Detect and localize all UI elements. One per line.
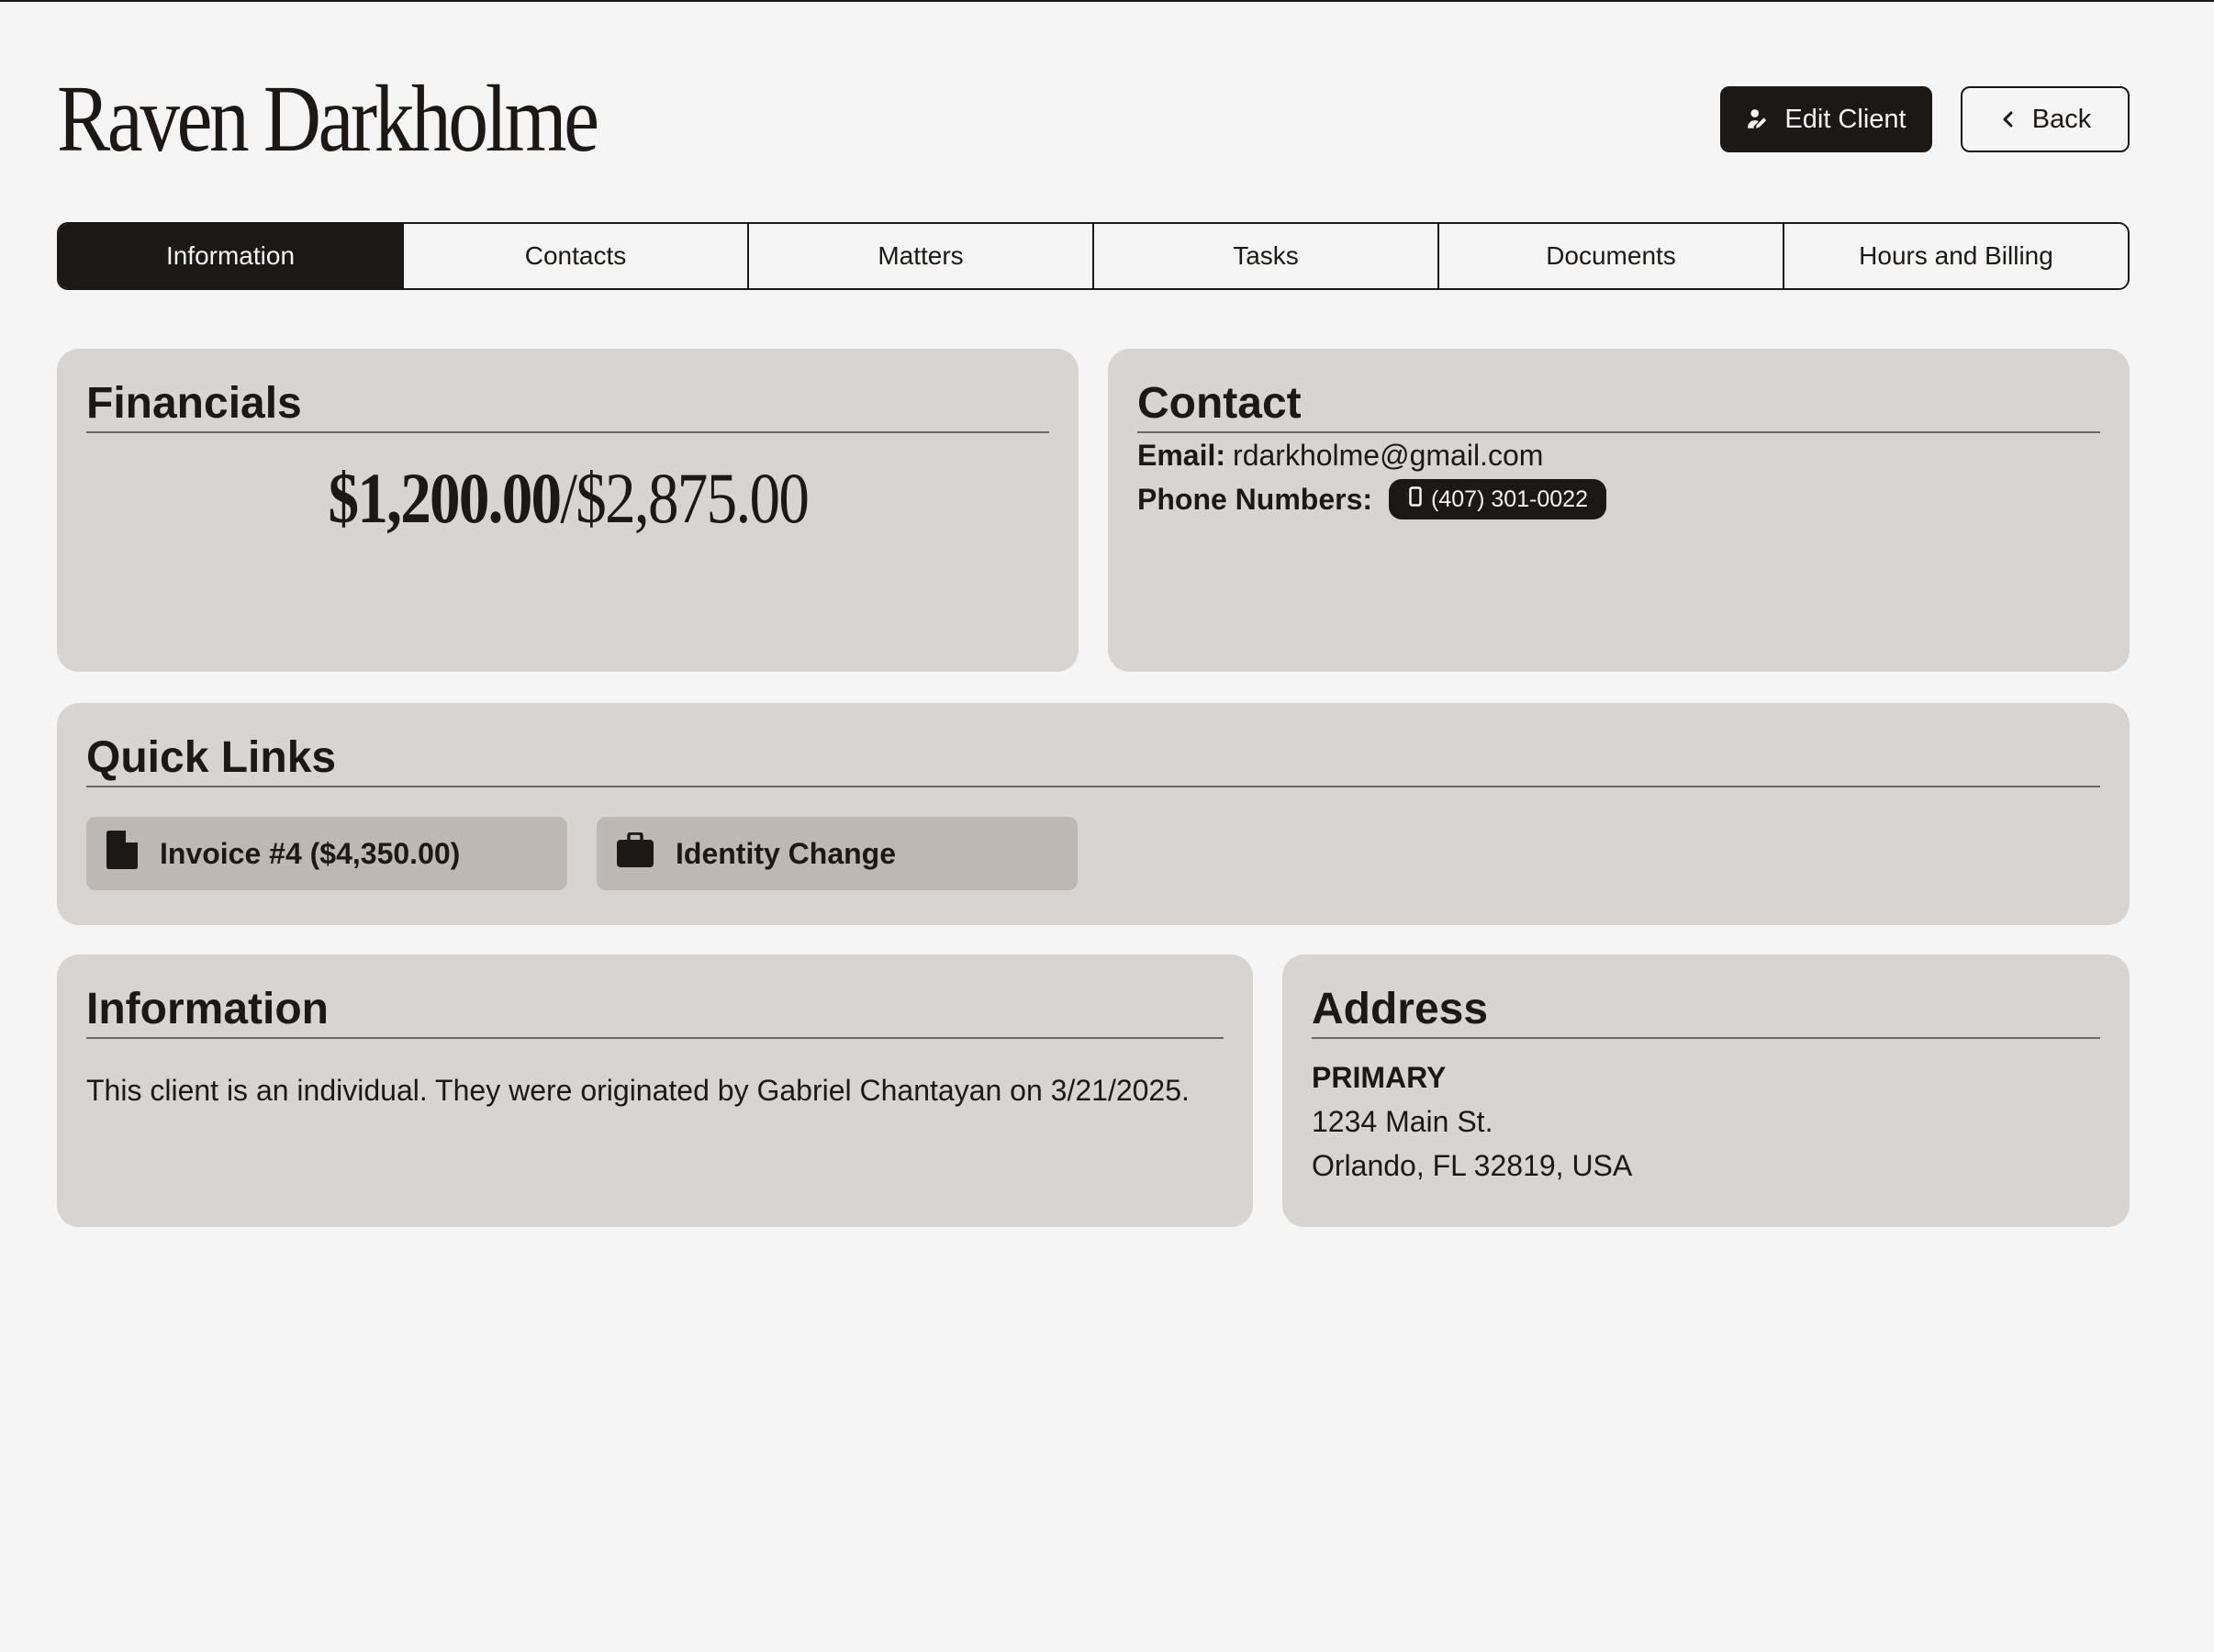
financials-card: Financials $1,200.00/$2,875.00 <box>57 349 1079 672</box>
tab-tasks[interactable]: Tasks <box>1092 224 1437 288</box>
address-line-2: Orlando, FL 32819, USA <box>1312 1149 1633 1182</box>
page-header: Raven Darkholme Edit Client Back <box>57 66 2130 172</box>
file-icon <box>106 831 138 876</box>
information-title: Information <box>86 986 1224 1039</box>
email-value[interactable]: rdarkholme@gmail.com <box>1233 433 1543 477</box>
financials-total: $2,875.00 <box>575 458 810 538</box>
email-row: Email: rdarkholme@gmail.com <box>1137 433 2100 477</box>
tab-documents[interactable]: Documents <box>1437 224 1783 288</box>
user-edit-icon <box>1746 107 1770 131</box>
edit-client-button[interactable]: Edit Client <box>1720 86 1932 152</box>
information-text: This client is an individual. They were … <box>86 1074 1190 1107</box>
financials-separator: / <box>560 458 577 538</box>
quick-link-matter[interactable]: Identity Change <box>597 817 1078 890</box>
page-title: Raven Darkholme <box>57 66 599 172</box>
quick-link-invoice[interactable]: Invoice #4 ($4,350.00) <box>86 817 567 890</box>
tab-hours-and-billing[interactable]: Hours and Billing <box>1783 224 2128 288</box>
back-label: Back <box>2031 104 2092 134</box>
financials-title: Financials <box>86 380 1049 433</box>
quick-link-matter-label: Identity Change <box>676 836 897 870</box>
quick-links-title: Quick Links <box>86 734 2100 787</box>
phone-badge[interactable]: (407) 301-0022 <box>1389 479 1606 519</box>
edit-client-label: Edit Client <box>1784 104 1906 134</box>
phone-number: (407) 301-0022 <box>1431 486 1588 512</box>
address-line-1: 1234 Main St. <box>1312 1105 1493 1138</box>
quick-links-list: Invoice #4 ($4,350.00) Identity Change <box>86 817 2100 890</box>
contact-title: Contact <box>1137 380 2100 433</box>
address-title: Address <box>1312 986 2100 1039</box>
briefcase-icon <box>617 832 654 875</box>
tab-contacts[interactable]: Contacts <box>402 224 747 288</box>
quick-links-card: Quick Links Invoice #4 ($4,350.00) Ident… <box>57 703 2130 925</box>
tab-information[interactable]: Information <box>59 224 402 288</box>
email-label: Email: <box>1137 439 1226 472</box>
address-type: PRIMARY <box>1312 1061 1447 1094</box>
back-button[interactable]: Back <box>1961 86 2130 152</box>
phone-label: Phone Numbers: <box>1137 483 1373 516</box>
contact-card: Contact Email: rdarkholme@gmail.com Phon… <box>1108 349 2130 672</box>
tab-matters[interactable]: Matters <box>747 224 1092 288</box>
information-card: Information This client is an individual… <box>57 954 1253 1227</box>
financials-paid: $1,200.00 <box>328 458 562 538</box>
phone-row: Phone Numbers: (407) 301-0022 <box>1137 477 2100 521</box>
chevron-left-icon <box>1999 108 2018 130</box>
quick-link-invoice-label: Invoice #4 ($4,350.00) <box>160 836 461 870</box>
financials-value: $1,200.00/$2,875.00 <box>86 457 1049 540</box>
client-tabs: Information Contacts Matters Tasks Docum… <box>57 222 2130 290</box>
mobile-phone-icon <box>1409 477 1422 521</box>
address-card: Address PRIMARY 1234 Main St. Orlando, F… <box>1282 954 2130 1227</box>
